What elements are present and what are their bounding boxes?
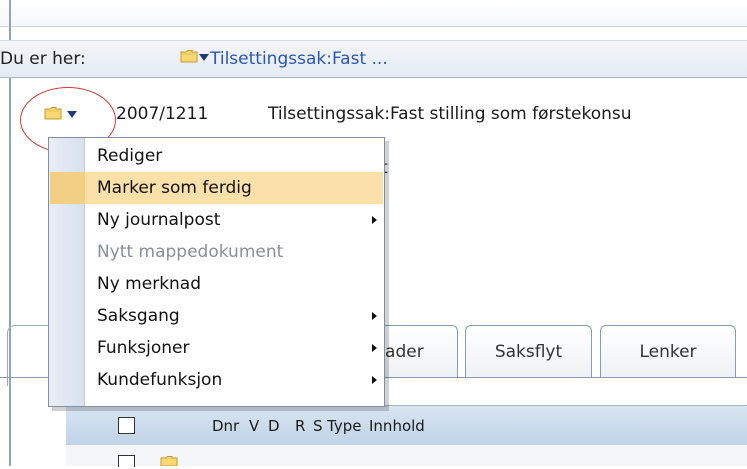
context-menu: Rediger Marker som ferdig Ny journalpost… xyxy=(48,137,385,407)
menu-item-label: Ny journalpost xyxy=(97,210,221,230)
menu-item-label: Marker som ferdig xyxy=(97,178,252,198)
submenu-arrow-icon xyxy=(372,216,377,224)
menu-item-rediger[interactable]: Rediger xyxy=(50,140,383,172)
tab-lenker[interactable]: Lenker xyxy=(600,325,736,378)
menu-item-kundefunksjon[interactable]: Kundefunksjon xyxy=(50,364,383,396)
breadcrumb-link[interactable]: Tilsettingssak:Fast ... xyxy=(210,49,388,69)
menu-item-ny-merknad[interactable]: Ny merknad xyxy=(50,268,383,300)
menu-item-label: Funksjoner xyxy=(97,338,190,358)
case-title: Tilsettingssak:Fast stilling som førstek… xyxy=(268,104,632,124)
row-checkbox[interactable] xyxy=(118,455,135,467)
column-v[interactable]: V xyxy=(249,417,259,435)
menu-item-marker-som-ferdig[interactable]: Marker som ferdig xyxy=(50,172,383,204)
menu-item-label: Kundefunksjon xyxy=(97,370,223,390)
tab-saksflyt[interactable]: Saksflyt xyxy=(465,325,592,378)
column-d[interactable]: D xyxy=(268,417,280,435)
menu-item-label: Ny merknad xyxy=(97,274,202,294)
top-strip xyxy=(0,0,747,27)
submenu-arrow-icon xyxy=(372,344,377,352)
column-dnr[interactable]: Dnr xyxy=(212,417,239,435)
column-type[interactable]: Type xyxy=(327,417,361,435)
dropdown-caret-icon[interactable] xyxy=(199,54,209,61)
submenu-arrow-icon xyxy=(372,376,377,384)
folder-icon[interactable] xyxy=(180,49,198,63)
select-all-checkbox[interactable] xyxy=(118,417,135,434)
breadcrumb-label: Du er her: xyxy=(0,49,86,69)
menu-item-funksjoner[interactable]: Funksjoner xyxy=(50,332,383,364)
column-innhold[interactable]: Innhold xyxy=(369,417,425,435)
menu-item-saksgang[interactable]: Saksgang xyxy=(50,300,383,332)
column-r[interactable]: R xyxy=(295,417,305,435)
case-number: 2007/1211 xyxy=(116,104,209,124)
menu-item-nytt-mappedokument: Nytt mappedokument xyxy=(50,236,383,268)
menu-item-label: Nytt mappedokument xyxy=(97,242,284,262)
menu-item-label: Saksgang xyxy=(97,306,180,326)
folder-icon xyxy=(160,455,178,469)
menu-item-label: Rediger xyxy=(97,146,163,166)
submenu-arrow-icon xyxy=(372,312,377,320)
column-s[interactable]: S xyxy=(313,417,323,435)
menu-item-ny-journalpost[interactable]: Ny journalpost xyxy=(50,204,383,236)
